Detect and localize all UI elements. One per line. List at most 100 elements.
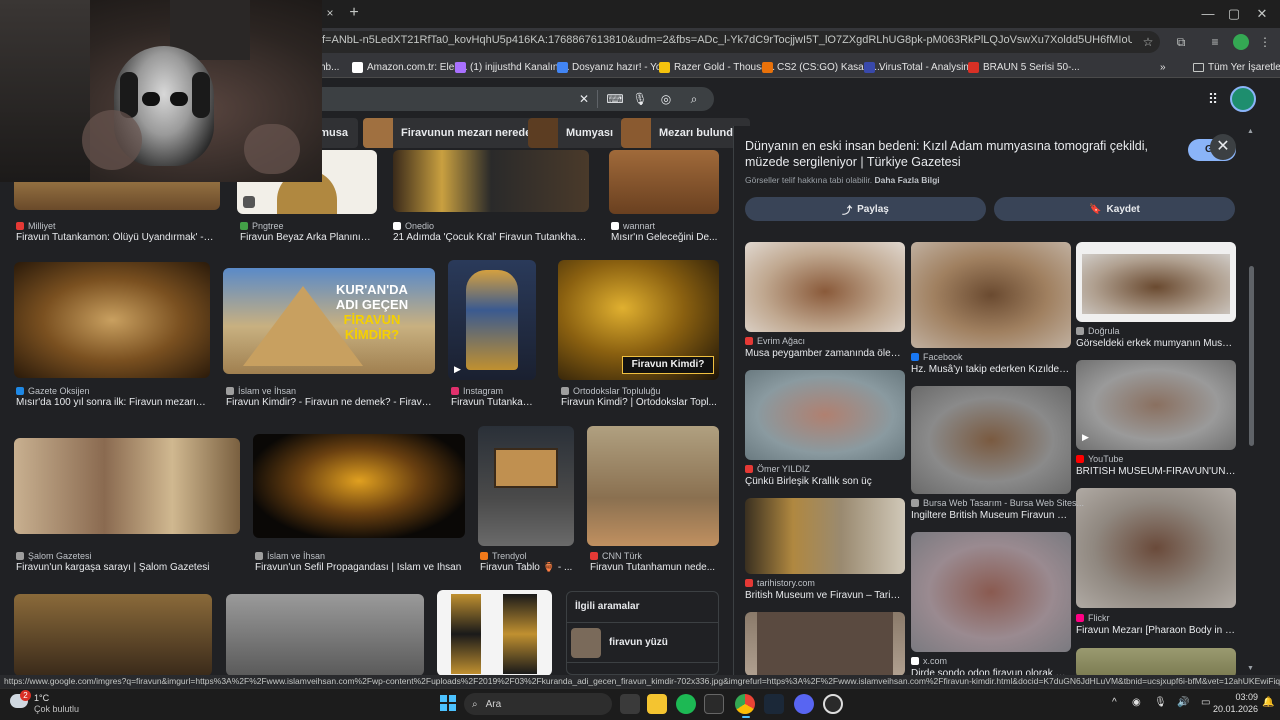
microphone-tray-icon[interactable]: 🎙 (1154, 697, 1167, 708)
result-image[interactable] (437, 590, 552, 676)
google-account-avatar[interactable] (1230, 86, 1256, 112)
result-title[interactable]: Firavun'un kargaşa sarayı | Şalom Gazete… (16, 562, 238, 573)
lens-camera-icon[interactable]: ◎ (657, 90, 675, 108)
search-icon[interactable]: ⌕ (685, 90, 703, 108)
result-image[interactable] (253, 434, 465, 538)
related-title[interactable]: Çünkü Birleşik Krallık son üç (745, 476, 905, 487)
scroll-up-icon[interactable]: ▲ (1247, 128, 1254, 135)
result-image[interactable] (14, 594, 212, 676)
bookmark-star-icon[interactable]: ☆ (1139, 33, 1157, 51)
related-title[interactable]: Hz. Musâ'yı takip ederken Kızıldenİ... (911, 364, 1071, 375)
task-view-icon[interactable] (620, 694, 640, 714)
related-title[interactable]: BRITISH MUSEUM-FİRAVUN'UN ... (1076, 466, 1236, 477)
result-image[interactable] (609, 150, 719, 214)
result-title[interactable]: Firavun Tutankamon: Ölüyü Uyandırmak' - … (16, 232, 216, 243)
tab-close-icon[interactable]: × (322, 5, 338, 21)
result-image[interactable]: KUR'AN'DA ADI GEÇEN FİRAVUN KİMDİR? (223, 268, 435, 374)
result-title[interactable]: Firavun'un Sefil Propagandası | İslam ve… (255, 562, 465, 573)
close-preview-button[interactable]: ✕ (1210, 134, 1236, 160)
windows-start-icon[interactable] (440, 695, 456, 711)
result-title[interactable]: Mısır'da 100 yıl sonra ilk: Firavun meza… (16, 397, 206, 408)
bookmarks-more-button[interactable]: » (1160, 59, 1166, 75)
result-image[interactable] (14, 438, 240, 534)
obs-icon[interactable] (823, 694, 843, 714)
media-controls-icon[interactable]: ≡ (1206, 33, 1224, 51)
scroll-down-icon[interactable]: ▼ (1247, 665, 1254, 672)
profile-avatar[interactable] (1233, 34, 1249, 50)
microphone-icon[interactable]: 🎙 (631, 90, 649, 108)
close-window-button[interactable]: ✕ (1250, 4, 1274, 24)
result-image[interactable] (587, 426, 719, 546)
related-title[interactable]: Firavun Mezarı [Pharaon Body in L... (1076, 625, 1236, 636)
bookmark-item[interactable]: Amazon.com.tr: Elek... (352, 59, 468, 75)
result-image[interactable]: Firavun Kimdi? (558, 260, 719, 380)
panel-scrollbar-thumb[interactable] (1249, 266, 1254, 446)
related-image[interactable]: ▶ (1076, 360, 1236, 450)
result-image[interactable] (14, 262, 210, 378)
network-icon[interactable]: ◉ (1132, 697, 1141, 708)
share-button[interactable]: ⤴ Paylaş (745, 197, 986, 221)
related-image[interactable] (745, 612, 905, 676)
chrome-icon[interactable] (735, 694, 755, 714)
learn-more-link[interactable]: Daha Fazla Bilgi (874, 175, 939, 185)
result-title[interactable]: Firavun Kimdi? | Ortodokslar Topl... (561, 397, 719, 408)
related-image[interactable] (1076, 648, 1236, 678)
related-image[interactable] (745, 370, 905, 460)
related-image[interactable] (745, 498, 905, 574)
taskbar-search[interactable]: ⌕ Ara (464, 693, 612, 715)
new-tab-button[interactable]: + (345, 3, 363, 23)
related-image[interactable] (911, 532, 1071, 652)
weather-temp[interactable]: 1°C (34, 693, 49, 703)
related-image[interactable] (1076, 242, 1236, 322)
chip-mezari-bulundu[interactable]: Mezarı bulundu (621, 118, 750, 148)
weather-desc[interactable]: Çok bulutlu (34, 704, 79, 714)
discord-icon[interactable] (794, 694, 814, 714)
chip-firavunun-mezari-nerede[interactable]: Firavunun mezarı nerede (363, 118, 542, 148)
result-image[interactable] (226, 594, 424, 676)
clear-search-icon[interactable]: ✕ (575, 90, 593, 108)
related-image[interactable] (911, 386, 1071, 494)
address-bar-url[interactable]: f=ANbL-n5LedXT21RfTa0_kovHqhU5p416KA:176… (322, 34, 1132, 50)
bookmark-item[interactable]: VirusTotal - Analysin... (864, 59, 977, 75)
apps-grid-icon[interactable]: ⠿ (1204, 90, 1222, 108)
related-title[interactable]: Musa peygamber zamanında ölen,... (745, 348, 905, 359)
related-search-item[interactable]: firavun yüzü (609, 637, 668, 648)
result-title[interactable]: 21 Adımda 'Çocuk Kral' Firavun Tutankhat… (393, 232, 589, 243)
save-button[interactable]: 🔖 Kaydet (994, 197, 1235, 221)
result-title[interactable]: Mısır'ın Geleceğini De... (611, 232, 719, 243)
notification-icon[interactable]: 🔔 (1262, 697, 1274, 708)
file-explorer-icon[interactable] (647, 694, 667, 714)
bookmark-item[interactable]: (1) injjusthd Kanalını... (455, 59, 570, 75)
minimize-button[interactable]: — (1196, 4, 1220, 24)
tray-overflow-icon[interactable]: ^ (1112, 697, 1117, 708)
result-title[interactable]: Firavun Tutankam... (451, 397, 539, 408)
clock-date[interactable]: 20.01.2026 (1210, 704, 1258, 714)
result-image[interactable] (478, 426, 574, 546)
result-title[interactable]: Firavun Beyaz Arka Planının ... (240, 232, 374, 243)
bookmark-item[interactable]: Razer Gold - Thousa... (659, 59, 775, 75)
menu-kebab-icon[interactable]: ⋮ (1256, 33, 1274, 51)
epic-games-icon[interactable] (704, 694, 724, 714)
search-input[interactable] (300, 87, 714, 111)
result-title[interactable]: Firavun Tablo 🏺 - ... (480, 562, 574, 573)
related-title[interactable]: İngiltere British Museum Firavun R... (911, 510, 1071, 521)
keyboard-icon[interactable]: ⌨ (606, 90, 624, 108)
result-image[interactable] (393, 150, 589, 212)
related-title[interactable]: Görseldeki erkek mumyanın Musa ... (1076, 338, 1236, 349)
result-title[interactable]: Firavun Tutanhamun nede... (590, 562, 718, 573)
steam-icon[interactable] (764, 694, 784, 714)
preview-title[interactable]: Dünyanın en eski insan bedeni: Kızıl Ada… (745, 138, 1185, 170)
bookmark-item[interactable]: BRAUN 5 Serisi 50-... (968, 59, 1080, 75)
chip-mumyasi[interactable]: Mumyası (528, 118, 624, 148)
related-image[interactable] (911, 242, 1071, 348)
result-image[interactable]: ▶ (448, 260, 536, 380)
result-title[interactable]: Firavun Kimdir? - Firavun ne demek? - Fi… (226, 397, 434, 408)
volume-icon[interactable]: 🔊 (1177, 697, 1189, 708)
maximize-button[interactable]: ▢ (1222, 4, 1246, 24)
clock-time[interactable]: 03:09 (1222, 692, 1258, 702)
bookmark-item[interactable]: Dosyanız hazır! - Yo... (557, 59, 670, 75)
related-image[interactable] (1076, 488, 1236, 608)
related-image[interactable] (745, 242, 905, 332)
related-title[interactable]: British Museum ve Firavun – Tarihi... (745, 590, 905, 601)
spotify-icon[interactable] (676, 694, 696, 714)
